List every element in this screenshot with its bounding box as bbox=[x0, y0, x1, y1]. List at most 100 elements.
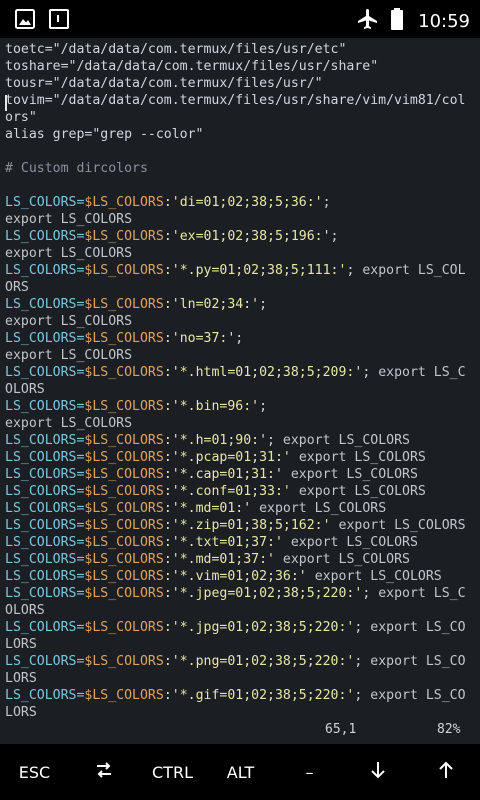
code-token: $LS_COLORS bbox=[84, 195, 164, 210]
code-token: ; bbox=[362, 586, 379, 601]
down-key[interactable] bbox=[343, 744, 412, 800]
text-cursor bbox=[5, 95, 7, 111]
code-token: export LS_CO bbox=[370, 620, 466, 635]
code-line: tovim="/data/data/com.termux/files/usr/s… bbox=[5, 92, 466, 109]
extra-keys-bar: ESC CTRL ALT – bbox=[0, 744, 480, 800]
code-token: :'*.conf=01;33:' bbox=[163, 484, 291, 499]
terminal-editor[interactable]: toetc="/data/data/com.termux/files/usr/e… bbox=[0, 38, 480, 744]
code-token: $LS_COLORS bbox=[84, 229, 164, 244]
code-token: LS_COLORS= bbox=[5, 620, 85, 635]
scroll-percent: 82% bbox=[437, 722, 461, 737]
code-token: ; bbox=[354, 654, 371, 669]
clock-time: 10:59 bbox=[418, 10, 470, 32]
code-token: OLORS bbox=[5, 382, 45, 397]
code-line: export LS_COLORS bbox=[5, 415, 132, 432]
code-token: LS_COLORS= bbox=[5, 586, 85, 601]
code-token: export LS_COLORS bbox=[5, 246, 133, 261]
tab-key[interactable] bbox=[69, 744, 138, 800]
code-token: LORS bbox=[5, 705, 37, 720]
code-token: $LS_COLORS bbox=[84, 399, 164, 414]
code-token: LS_COLORS= bbox=[5, 450, 85, 465]
code-line: LS_COLORS=$LS_COLORS:'*.bin=96:'; bbox=[5, 398, 267, 415]
code-line: export LS_COLORS bbox=[5, 245, 132, 262]
code-token: export LS_COLORS bbox=[298, 484, 426, 499]
code-token: LS_COLORS= bbox=[5, 518, 85, 533]
code-line: LORS bbox=[5, 704, 37, 721]
code-token: export LS_COLORS bbox=[298, 450, 426, 465]
code-token: $LS_COLORS bbox=[84, 501, 164, 516]
code-token: export LS_C bbox=[378, 365, 466, 380]
code-token: :'*.md=01:' bbox=[163, 501, 252, 516]
code-token: :'*.zip=01;38;5;162:' bbox=[163, 518, 331, 533]
code-token: LS_COLORS= bbox=[5, 654, 85, 669]
code-line: ORS bbox=[5, 279, 29, 296]
code-token: :'ex=01;02;38;5;196:' bbox=[163, 229, 331, 244]
code-token: ors" bbox=[5, 110, 37, 125]
code-token: :'*.cap=01;31:' bbox=[163, 467, 283, 482]
code-token: :'*.jpeg=01;02;38;5;220:' bbox=[163, 586, 363, 601]
code-token: :'*.gif=01;02;38;5;220:' bbox=[163, 688, 355, 703]
code-token: ; bbox=[354, 620, 371, 635]
code-line: OLORS bbox=[5, 602, 45, 619]
code-token: toetc="/data/data/com.termux/files/usr/e… bbox=[5, 42, 347, 57]
code-token: $LS_COLORS bbox=[84, 569, 164, 584]
code-token: $LS_COLORS bbox=[84, 654, 164, 669]
code-token: ; bbox=[346, 263, 363, 278]
code-token: ; bbox=[354, 688, 371, 703]
code-line: tousr="/data/data/com.termux/files/usr/" bbox=[5, 75, 323, 92]
code-token: export LS_COLORS bbox=[5, 314, 133, 329]
code-line: LS_COLORS=$LS_COLORS:'*.vim=01;02;36:' e… bbox=[5, 568, 442, 585]
code-token: :'di=01;02;38;5;36:' bbox=[163, 195, 323, 210]
ctrl-key[interactable]: CTRL bbox=[138, 744, 207, 800]
up-key[interactable] bbox=[411, 744, 480, 800]
esc-key[interactable]: ESC bbox=[0, 744, 69, 800]
dash-key-label: – bbox=[305, 762, 314, 782]
code-token: $LS_COLORS bbox=[84, 297, 164, 312]
code-token: $LS_COLORS bbox=[84, 518, 164, 533]
code-line: toetc="/data/data/com.termux/files/usr/e… bbox=[5, 41, 346, 58]
code-line: ors" bbox=[5, 109, 37, 126]
esc-key-label: ESC bbox=[18, 762, 51, 782]
code-token: export LS_COL bbox=[362, 263, 466, 278]
code-token: :'no=37:' bbox=[163, 331, 236, 346]
code-token: LS_COLORS= bbox=[5, 484, 85, 499]
code-token: LS_COLORS= bbox=[5, 195, 85, 210]
alt-key[interactable]: ALT bbox=[206, 744, 275, 800]
code-token: :'*.txt=01;37:' bbox=[163, 535, 283, 550]
vim-status-line: 65,1 82% bbox=[0, 722, 480, 742]
code-token: LS_COLORS= bbox=[5, 331, 85, 346]
code-token: LS_COLORS= bbox=[5, 263, 85, 278]
code-line: alias grep="grep --color" bbox=[5, 126, 204, 143]
code-token: $LS_COLORS bbox=[84, 365, 164, 380]
code-token: :'*.h=01;90:' bbox=[163, 433, 268, 448]
code-token: :'*.bin=96:' bbox=[163, 399, 260, 414]
code-token: ; bbox=[259, 297, 268, 312]
code-token: :'ln=02;34:' bbox=[163, 297, 260, 312]
code-token: alias grep="grep --color" bbox=[5, 127, 204, 142]
code-token: LS_COLORS= bbox=[5, 297, 85, 312]
code-token: :'*.py=01;02;38;5;111:' bbox=[163, 263, 347, 278]
code-token: export LS_CO bbox=[370, 654, 466, 669]
dash-key[interactable]: – bbox=[275, 744, 344, 800]
code-token: $LS_COLORS bbox=[84, 620, 164, 635]
code-token: ; bbox=[330, 229, 339, 244]
code-token: export LS_COLORS bbox=[5, 348, 133, 363]
code-line: LS_COLORS=$LS_COLORS:'*.txt=01;37:' expo… bbox=[5, 534, 418, 551]
code-line: LS_COLORS=$LS_COLORS:'*.h=01;90:'; expor… bbox=[5, 432, 410, 449]
code-token: OLORS bbox=[5, 603, 45, 618]
code-token: tovim="/data/data/com.termux/files/usr/s… bbox=[5, 93, 466, 108]
code-line: LS_COLORS=$LS_COLORS:'*.pcap=01;31:' exp… bbox=[5, 449, 426, 466]
code-token: :'*.png=01;02;38;5;220:' bbox=[163, 654, 355, 669]
code-token: LS_COLORS= bbox=[5, 433, 85, 448]
code-token: LS_COLORS= bbox=[5, 229, 85, 244]
code-token: $LS_COLORS bbox=[84, 450, 164, 465]
termux-icon bbox=[48, 8, 70, 34]
code-token: LS_COLORS= bbox=[5, 467, 85, 482]
code-token: export LS_COLORS bbox=[282, 552, 410, 567]
code-token: ; bbox=[322, 195, 331, 210]
